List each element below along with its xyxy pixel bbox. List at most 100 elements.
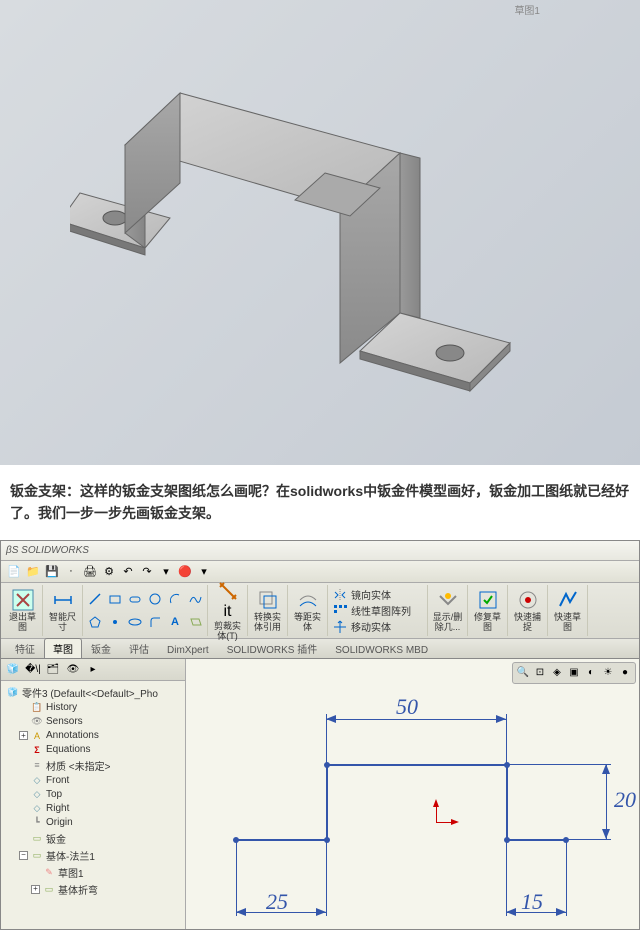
ribbon: 退出草图 智能尺寸 A it bbox=[1, 583, 639, 639]
tree-sketch1[interactable]: ✎草图1 bbox=[1, 864, 185, 881]
sketch-line[interactable] bbox=[506, 839, 566, 841]
arc-tool[interactable] bbox=[167, 591, 183, 607]
zoom-fit-icon[interactable]: 🔍 bbox=[515, 665, 531, 681]
text-tool[interactable]: A bbox=[167, 614, 183, 630]
print-icon[interactable]: 🖨 bbox=[82, 563, 98, 579]
undo-icon[interactable]: ↶ bbox=[120, 563, 136, 579]
display-style-icon[interactable]: ▣ bbox=[566, 665, 582, 681]
tree-root[interactable]: 🧊 零件3 (Default<<Default>_Pho bbox=[1, 684, 185, 701]
polygon-tool[interactable] bbox=[87, 614, 103, 630]
dim-arrow bbox=[506, 908, 516, 916]
view-orient-icon[interactable]: ◈ bbox=[549, 665, 565, 681]
offset-button[interactable]: 等距实体 bbox=[288, 585, 328, 636]
display-delete-button[interactable]: 显示/删除几... bbox=[428, 585, 468, 636]
sheet-metal-bracket-render bbox=[0, 0, 640, 465]
dim-arrow bbox=[316, 908, 326, 916]
ribbon-tabs: 特征 草图 钣金 评估 DimXpert SOLIDWORKS 插件 SOLID… bbox=[1, 639, 639, 659]
tree-tab-more[interactable]: ▸ bbox=[84, 661, 102, 679]
line-tool[interactable] bbox=[87, 591, 103, 607]
tree-front-plane[interactable]: ◇Front bbox=[1, 774, 185, 788]
move-button[interactable]: 移动实体 bbox=[332, 619, 423, 635]
tree-sheetmetal[interactable]: ▭钣金 bbox=[1, 830, 185, 847]
settings-icon[interactable]: ▾ bbox=[196, 563, 212, 579]
tree-equations[interactable]: ΣEquations bbox=[1, 743, 185, 757]
appearance-icon[interactable]: ● bbox=[617, 665, 633, 681]
dim-ext-line bbox=[326, 841, 327, 916]
feature-tree-panel: 🧊 �\| 🗂 👁 ▸ 🧊 零件3 (Default<<Default>_Pho… bbox=[1, 659, 186, 929]
redo-icon[interactable]: ↷ bbox=[139, 563, 155, 579]
ellipse-tool[interactable] bbox=[127, 614, 143, 630]
tab-features[interactable]: 特征 bbox=[6, 638, 44, 658]
titlebar: βS SOLIDWORKS bbox=[1, 541, 639, 561]
select-icon[interactable]: ▾ bbox=[158, 563, 174, 579]
origin-axis bbox=[436, 822, 451, 823]
tree-tab-property[interactable]: �\| bbox=[24, 661, 42, 679]
tab-evaluate[interactable]: 评估 bbox=[120, 638, 158, 658]
tree-top-plane[interactable]: ◇Top bbox=[1, 788, 185, 802]
tab-dimxpert[interactable]: DimXpert bbox=[158, 642, 218, 658]
options-icon[interactable]: ⚙ bbox=[101, 563, 117, 579]
tab-mbd[interactable]: SOLIDWORKS MBD bbox=[326, 642, 437, 658]
sketch-endpoint[interactable] bbox=[324, 762, 330, 768]
sketch-endpoint[interactable] bbox=[324, 837, 330, 843]
tree-tab-display[interactable]: 👁 bbox=[64, 661, 82, 679]
spline-tool[interactable] bbox=[187, 591, 203, 607]
new-icon[interactable]: 📄 bbox=[6, 563, 22, 579]
quick-snap-button[interactable]: 快速捕捉 bbox=[508, 585, 548, 636]
tree-tab-config[interactable]: 🗂 bbox=[44, 661, 62, 679]
dimension-15[interactable]: 15 bbox=[521, 889, 543, 915]
dimension-20[interactable]: 20 bbox=[614, 787, 636, 813]
tree-right-plane[interactable]: ◇Right bbox=[1, 802, 185, 816]
slot-tool[interactable] bbox=[127, 591, 143, 607]
section-icon[interactable]: ◐ bbox=[583, 665, 599, 681]
trim-button[interactable]: it 剪裁实体(T) bbox=[208, 585, 248, 636]
circle-tool[interactable] bbox=[147, 591, 163, 607]
tree-history[interactable]: 📋History bbox=[1, 701, 185, 715]
article-intro: 钣金支架：这样的钣金支架图纸怎么画呢？在solidworks中钣金件模型画好，钣… bbox=[0, 465, 640, 540]
dim-arrow bbox=[556, 908, 566, 916]
quick-access-toolbar: 📄 📁 💾 · 🖨 ⚙ ↶ ↷ ▾ 🔴 ▾ 草图1 bbox=[1, 561, 639, 583]
zoom-area-icon[interactable]: ⊡ bbox=[532, 665, 548, 681]
save-icon[interactable]: 💾 bbox=[44, 563, 60, 579]
feature-tree: 🧊 零件3 (Default<<Default>_Pho 📋History 👁S… bbox=[1, 681, 185, 901]
plane-tool[interactable] bbox=[187, 614, 203, 630]
convert-button[interactable]: 转换实体引用 bbox=[248, 585, 288, 636]
tree-tab-feature[interactable]: 🧊 bbox=[4, 661, 22, 679]
exit-sketch-button[interactable]: 退出草图 bbox=[3, 585, 43, 636]
dimension-50[interactable]: 50 bbox=[396, 694, 418, 720]
pattern-button[interactable]: 线性草图阵列 bbox=[332, 603, 423, 619]
tree-material[interactable]: ≡材质 <未指定> bbox=[1, 757, 185, 774]
scene-icon[interactable]: ☀ bbox=[600, 665, 616, 681]
smart-dimension-button[interactable]: 智能尺寸 bbox=[43, 585, 83, 636]
bracket-illustration bbox=[70, 33, 570, 433]
tree-origin[interactable]: ┗Origin bbox=[1, 816, 185, 830]
rebuild-icon[interactable]: 🔴 bbox=[177, 563, 193, 579]
graphics-viewport[interactable]: 🔍 ⊡ ◈ ▣ ◐ ☀ ● 50 20 bbox=[186, 659, 639, 929]
dim-arrow bbox=[496, 715, 506, 723]
fillet-tool[interactable] bbox=[147, 614, 163, 630]
sketch-endpoint[interactable] bbox=[504, 837, 510, 843]
separator: · bbox=[63, 563, 79, 579]
tree-annotations[interactable]: +AAnnotations bbox=[1, 729, 185, 743]
repair-button[interactable]: 修复草图 bbox=[468, 585, 508, 636]
tab-sheetmetal[interactable]: 钣金 bbox=[82, 638, 120, 658]
tree-base-flange[interactable]: −▭基体-法兰1 bbox=[1, 847, 185, 864]
sketch-line[interactable] bbox=[506, 764, 508, 841]
sketch-line[interactable] bbox=[326, 764, 328, 841]
sketch-endpoint[interactable] bbox=[504, 762, 510, 768]
sketch-line[interactable] bbox=[326, 764, 506, 766]
point-tool[interactable] bbox=[107, 614, 123, 630]
rapid-sketch-button[interactable]: 快速草图 bbox=[548, 585, 588, 636]
document-tab[interactable]: 草图1 bbox=[514, 2, 540, 17]
tree-base-bend[interactable]: +▭基体折弯 bbox=[1, 881, 185, 898]
sketch-line[interactable] bbox=[236, 839, 326, 841]
open-icon[interactable]: 📁 bbox=[25, 563, 41, 579]
rect-tool[interactable] bbox=[107, 591, 123, 607]
tree-sensors[interactable]: 👁Sensors bbox=[1, 715, 185, 729]
mirror-button[interactable]: 镜向实体 bbox=[332, 587, 423, 603]
tab-sketch[interactable]: 草图 bbox=[44, 638, 82, 658]
tree-tabs: 🧊 �\| 🗂 👁 ▸ bbox=[1, 659, 185, 681]
dimension-25[interactable]: 25 bbox=[266, 889, 288, 915]
origin-arrow-icon bbox=[433, 799, 439, 807]
tab-addins[interactable]: SOLIDWORKS 插件 bbox=[218, 638, 327, 658]
